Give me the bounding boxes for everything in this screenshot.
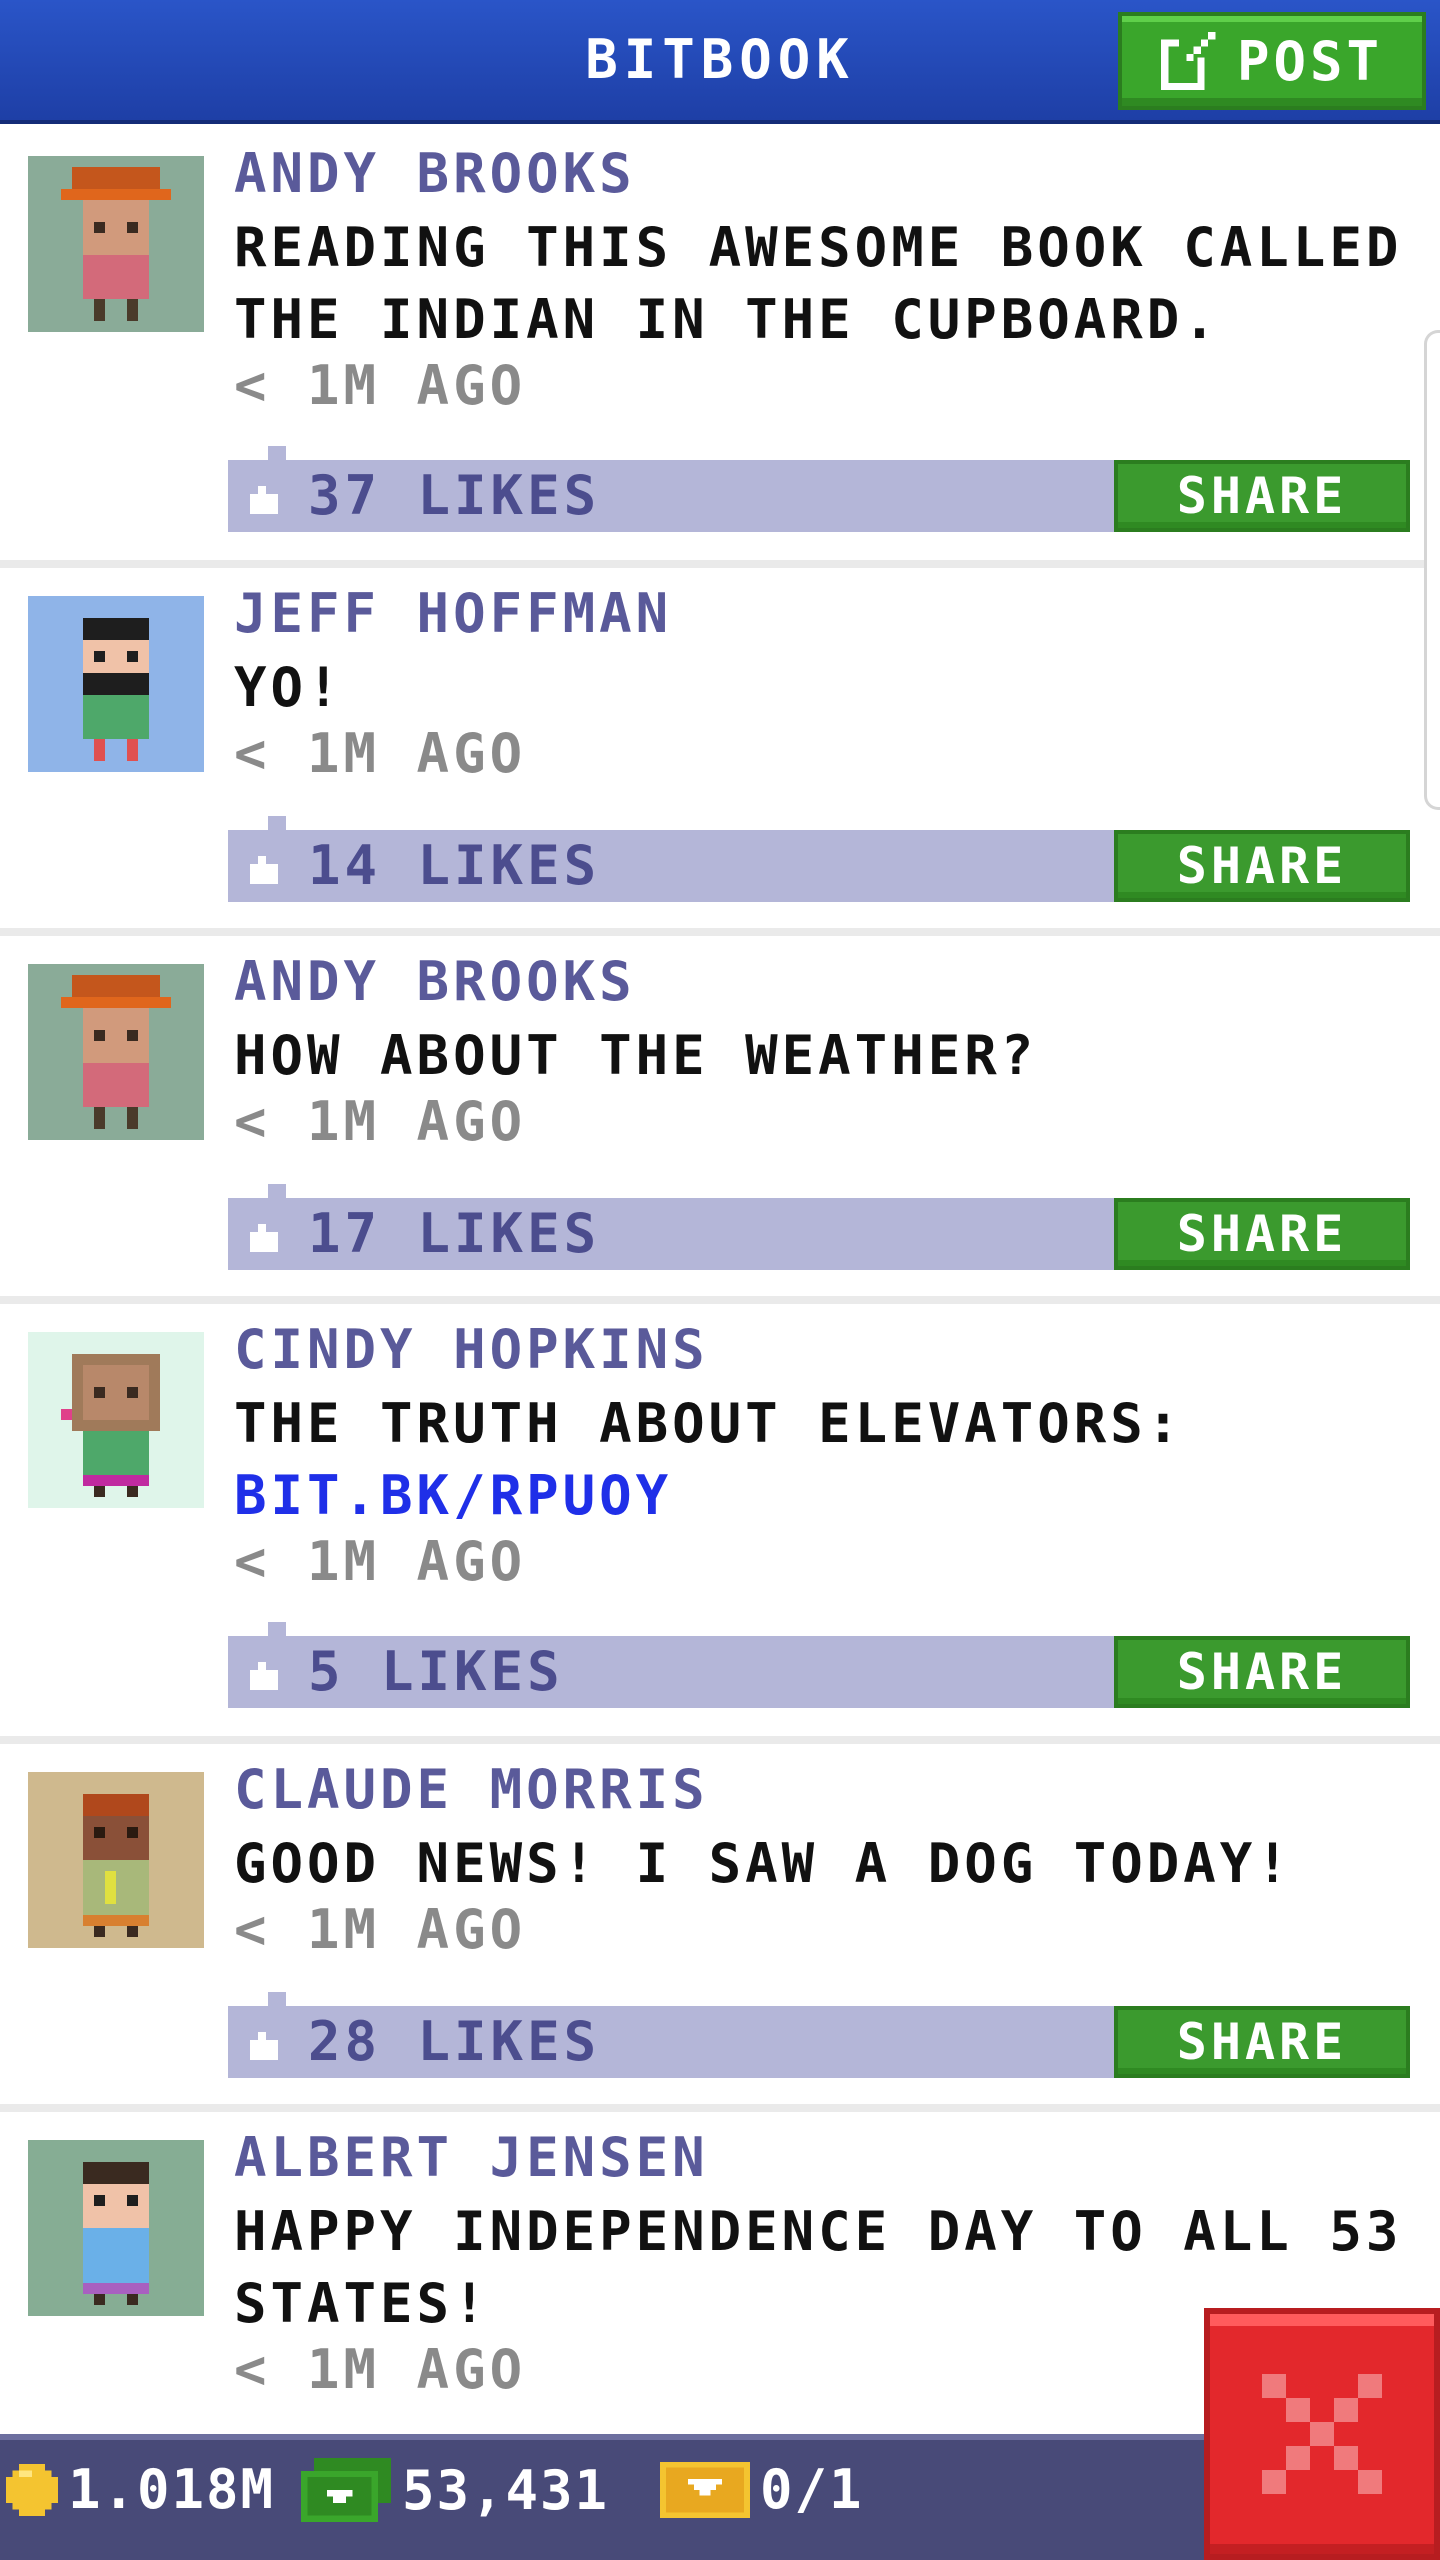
thumbs-up-icon [250,1224,278,1252]
header-bar: BITBOOK POST [0,0,1440,124]
avatar-blue-shirt-man-icon[interactable] [28,2140,204,2316]
thumbs-up-icon [250,856,278,884]
post-message: YO! [234,656,344,719]
likes-bar[interactable]: 14 LIKES SHARE [228,816,1410,902]
post-message: THE TRUTH ABOUT ELEVATORS: BIT.BK/RPUOY [234,1388,1414,1532]
post-link[interactable]: BIT.BK/RPUOY [234,1460,1414,1532]
post-timestamp: < 1M AGO [234,1530,527,1593]
post-author[interactable]: JEFF HOFFMAN [234,582,672,645]
bux-icon [301,2458,391,2522]
post-author[interactable]: CINDY HOPKINS [234,1318,709,1381]
likes-count: 14 LIKES [308,834,601,897]
tickets-stat[interactable]: 0/1 [660,2458,864,2521]
post-timestamp: < 1M AGO [234,354,527,417]
post-message-text: THE TRUTH ABOUT ELEVATORS: [234,1392,1184,1455]
post-message: HOW ABOUT THE WEATHER? [234,1024,1038,1087]
share-button[interactable]: SHARE [1114,460,1410,532]
news-feed[interactable]: ANDY BROOKS READING THIS AWESOME BOOK CA… [0,128,1440,2512]
coin-icon [6,2463,58,2516]
avatar-redhead-man-icon[interactable] [28,1772,204,1948]
post-timestamp: < 1M AGO [234,2338,527,2401]
post-button[interactable]: POST [1118,12,1426,110]
avatar-orange-hat-icon[interactable] [28,156,204,332]
post-message: READING THIS AWESOME BOOK CALLED THE IND… [234,216,1403,351]
post-author[interactable]: ALBERT JENSEN [234,2126,709,2189]
feed-post: ANDY BROOKS HOW ABOUT THE WEATHER? < 1M … [0,936,1440,1304]
likes-bar[interactable]: 17 LIKES SHARE [228,1184,1410,1270]
bux-count: 53,431 [402,2458,610,2522]
share-button[interactable]: SHARE [1114,2006,1410,2078]
ticket-icon [660,2461,750,2518]
likes-count: 5 LIKES [308,1640,564,1703]
compose-icon [1160,32,1216,90]
thumbs-up-icon [250,2032,278,2060]
post-button-label: POST [1236,29,1384,93]
avatar-bearded-man-icon[interactable] [28,596,204,772]
share-button[interactable]: SHARE [1114,830,1410,902]
post-timestamp: < 1M AGO [234,1898,527,1961]
likes-count: 37 LIKES [308,464,601,527]
post-message: GOOD NEWS! I SAW A DOG TODAY! [234,1832,1293,1895]
avatar-woman-icon[interactable] [28,1332,204,1508]
likes-count: 28 LIKES [308,2010,601,2073]
likes-bar[interactable]: 28 LIKES SHARE [228,1992,1410,2078]
close-icon [1262,2374,1382,2494]
likes-count: 17 LIKES [308,1202,601,1265]
feed-post: ANDY BROOKS READING THIS AWESOME BOOK CA… [0,128,1440,568]
bitbook-screen: BITBOOK POST ANDY BROOKS READING THIS AW… [0,0,1440,2560]
avatar-orange-hat-icon[interactable] [28,964,204,1140]
close-button[interactable] [1204,2308,1440,2560]
feed-post: CLAUDE MORRIS GOOD NEWS! I SAW A DOG TOD… [0,1744,1440,2112]
coins-stat[interactable]: 1.018M [6,2458,275,2521]
coins-count: 1.018M [68,2458,276,2521]
post-timestamp: < 1M AGO [234,1090,527,1153]
feed-post: JEFF HOFFMAN YO! < 1M AGO 14 LIKES SHARE [0,568,1440,936]
post-timestamp: < 1M AGO [234,722,527,785]
thumbs-up-icon [250,486,278,514]
scroll-indicator[interactable] [1424,330,1440,810]
post-author[interactable]: CLAUDE MORRIS [234,1758,709,1821]
share-button[interactable]: SHARE [1114,1636,1410,1708]
thumbs-up-icon [250,1662,278,1690]
feed-post: CINDY HOPKINS THE TRUTH ABOUT ELEVATORS:… [0,1304,1440,1744]
post-author[interactable]: ANDY BROOKS [234,142,636,205]
bux-stat[interactable]: 53,431 [300,2458,609,2522]
tickets-count: 0/1 [760,2458,864,2521]
share-button[interactable]: SHARE [1114,1198,1410,1270]
likes-bar[interactable]: 37 LIKES SHARE [228,446,1410,532]
likes-bar[interactable]: 5 LIKES SHARE [228,1622,1410,1708]
post-author[interactable]: ANDY BROOKS [234,950,636,1013]
